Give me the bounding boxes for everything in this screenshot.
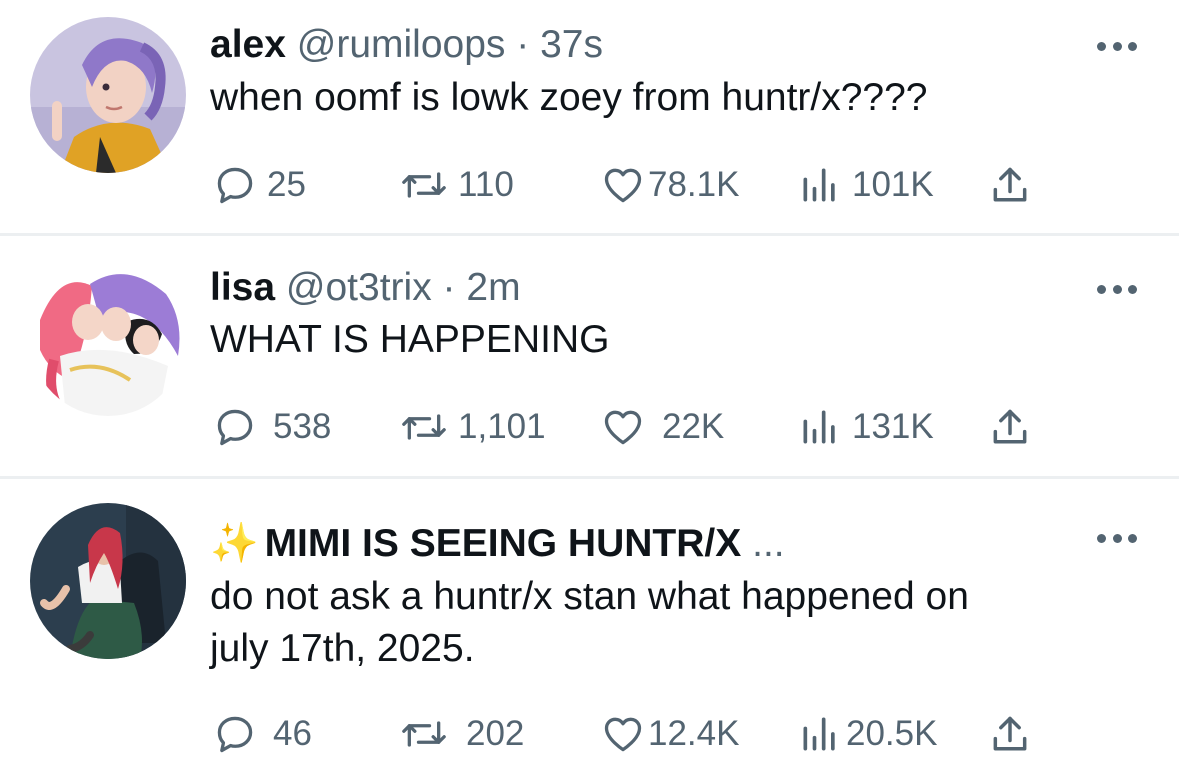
tweet-header: alex @rumiloops · 37s: [210, 22, 603, 68]
share-icon: [993, 167, 1027, 202]
views-icon: [803, 168, 835, 202]
tweet-header: ✨ MIMI IS SEEING HUNTR/X ...: [210, 521, 785, 567]
reply-count: 25: [267, 165, 306, 204]
heart-icon: [604, 168, 642, 203]
retweet-button[interactable]: 202: [400, 711, 524, 757]
more-icon[interactable]: [1097, 532, 1137, 544]
reply-icon: [217, 716, 253, 753]
tweet-text-line: do not ask a huntr/x stan what happened …: [210, 575, 969, 618]
retweet-button[interactable]: 110: [400, 162, 514, 208]
like-count: 22K: [662, 407, 725, 446]
retweet-icon: [402, 172, 446, 198]
avatar-image: [30, 260, 186, 416]
views-button[interactable]: 20.5K: [798, 711, 937, 757]
display-name[interactable]: MIMI IS SEEING HUNTR/X: [265, 522, 742, 565]
reply-icon: [217, 167, 253, 204]
tweet-text: do not ask a huntr/x stan what happened …: [210, 571, 1110, 675]
reply-icon: [217, 409, 253, 446]
more-icon[interactable]: [1097, 40, 1137, 52]
reply-count: 538: [273, 407, 332, 446]
like-count: 78.1K: [648, 165, 740, 204]
timestamp[interactable]: 37s: [540, 23, 603, 66]
view-count: 131K: [852, 407, 934, 446]
tweet[interactable]: alex @rumiloops · 37s when oomf is lowk …: [0, 0, 1179, 234]
timestamp[interactable]: 2m: [466, 266, 520, 309]
name-truncation: ...: [752, 522, 785, 565]
reply-button[interactable]: 538: [213, 404, 331, 450]
reply-count: 46: [273, 714, 312, 753]
username[interactable]: @rumiloops: [297, 23, 506, 66]
view-count: 20.5K: [846, 714, 938, 753]
tweet-text-line: when oomf is lowk zoey from huntr/x????: [210, 76, 928, 119]
views-button[interactable]: 101K: [798, 162, 934, 208]
tweet[interactable]: ✨ MIMI IS SEEING HUNTR/X ... do not ask a…: [0, 479, 1179, 781]
retweet-icon: [402, 721, 446, 747]
tweet[interactable]: lisa @ot3trix · 2m WHAT IS HAPPENING 538…: [0, 236, 1179, 476]
avatar-image: [30, 17, 186, 173]
like-button[interactable]: 22K: [600, 404, 724, 450]
reply-button[interactable]: 46: [213, 711, 312, 757]
heart-icon: [604, 717, 642, 752]
view-count: 101K: [852, 165, 934, 204]
display-name[interactable]: alex: [210, 23, 286, 66]
tweet-text-line: WHAT IS HAPPENING: [210, 318, 610, 361]
avatar[interactable]: [30, 260, 186, 416]
sparkle-emoji: ✨: [210, 522, 259, 565]
separator-dot: ·: [442, 266, 456, 309]
retweet-button[interactable]: 1,101: [400, 404, 546, 450]
reply-button[interactable]: 25: [213, 162, 306, 208]
views-button[interactable]: 131K: [798, 404, 934, 450]
share-icon: [993, 716, 1027, 751]
views-icon: [803, 717, 835, 751]
like-button[interactable]: 78.1K: [600, 162, 739, 208]
share-button[interactable]: [988, 406, 1032, 455]
more-icon[interactable]: [1097, 283, 1137, 295]
avatar[interactable]: [30, 503, 186, 659]
tweet-text: when oomf is lowk zoey from huntr/x????: [210, 72, 1110, 124]
like-button[interactable]: 12.4K: [600, 711, 739, 757]
separator-dot: ·: [516, 23, 530, 66]
retweet-count: 110: [458, 165, 514, 204]
avatar-image: [30, 503, 186, 659]
retweet-count: 1,101: [458, 407, 546, 446]
avatar[interactable]: [30, 17, 186, 173]
heart-icon: [604, 410, 642, 445]
retweet-count: 202: [466, 714, 525, 753]
views-icon: [803, 410, 835, 444]
username[interactable]: @ot3trix: [286, 266, 432, 309]
share-button[interactable]: [988, 164, 1032, 213]
share-icon: [993, 409, 1027, 444]
retweet-icon: [402, 414, 446, 440]
display-name[interactable]: lisa: [210, 266, 275, 309]
tweet-header: lisa @ot3trix · 2m: [210, 265, 521, 311]
tweet-text: WHAT IS HAPPENING: [210, 314, 1110, 366]
like-count: 12.4K: [648, 714, 740, 753]
tweet-text-line: july 17th, 2025.: [210, 627, 475, 670]
share-button[interactable]: [988, 713, 1032, 762]
